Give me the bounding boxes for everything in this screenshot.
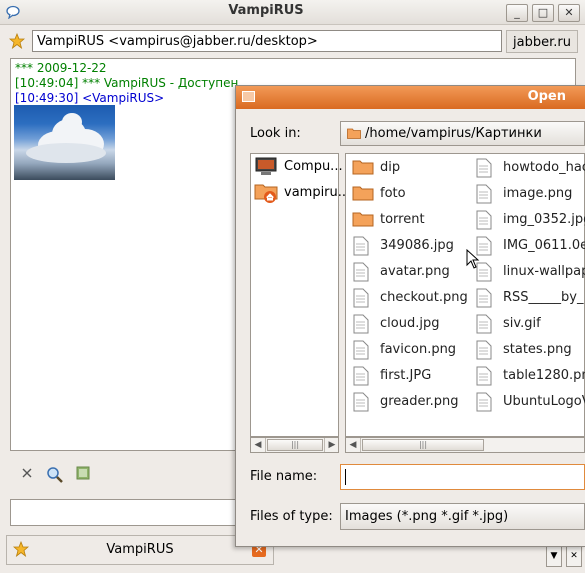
document-icon: [353, 314, 369, 334]
document-icon: [476, 314, 492, 334]
document-icon: [476, 288, 492, 308]
file-name-label: File name:: [250, 469, 318, 484]
image-icon[interactable]: [76, 466, 90, 480]
document-icon: [353, 340, 369, 360]
close-x-icon[interactable]: ✕: [566, 545, 582, 567]
star-icon[interactable]: [9, 33, 25, 49]
file-type-label: Files of type:: [250, 509, 333, 524]
close-button[interactable]: ✕: [558, 4, 580, 22]
document-icon: [353, 288, 369, 308]
document-icon: [353, 236, 369, 256]
places-scrollbar[interactable]: ◀ ||| ▶: [250, 437, 339, 453]
scroll-right-icon[interactable]: ▶: [324, 438, 339, 452]
folder-icon: [352, 212, 374, 227]
look-in-combo[interactable]: /home/vampirus/Картинки: [340, 121, 585, 146]
mouse-cursor-icon: [466, 249, 480, 269]
scroll-left-icon[interactable]: ◀: [251, 438, 266, 452]
folder-icon: [352, 160, 374, 175]
chevron-down-icon[interactable]: ▼: [546, 545, 562, 567]
document-icon: [353, 262, 369, 282]
log-line-status: [10:49:04] *** VampiRUS - Доступен: [15, 76, 239, 90]
server-label: jabber.ru: [506, 30, 578, 53]
chat-tab-label: VampiRUS: [106, 542, 174, 557]
file-list-scrollbar[interactable]: ◀ |||: [345, 437, 585, 453]
log-line-sender: [10:49:30] <VampiRUS>: [15, 91, 165, 105]
document-icon: [353, 392, 369, 412]
folder-icon: [347, 128, 361, 139]
chat-window-title: VampiRUS: [228, 3, 304, 18]
scroll-thumb[interactable]: |||: [267, 439, 323, 451]
minimize-button[interactable]: _: [506, 4, 528, 22]
document-icon: [476, 184, 492, 204]
maximize-button[interactable]: □: [532, 4, 554, 22]
document-icon: [476, 340, 492, 360]
contact-jid-field[interactable]: VampiRUS <vampirus@jabber.ru/desktop>: [32, 30, 502, 52]
folder-icon: [352, 186, 374, 201]
document-icon: [476, 210, 492, 230]
scroll-thumb[interactable]: |||: [362, 439, 484, 451]
document-icon: [476, 158, 492, 178]
log-line-date: *** 2009-12-22: [15, 61, 107, 75]
dialog-title: Open: [527, 89, 566, 104]
computer-icon: [255, 157, 277, 175]
place-home[interactable]: vampiru...: [284, 185, 350, 200]
home-folder-icon: [254, 184, 278, 203]
look-in-label: Look in:: [250, 126, 301, 141]
file-type-combo[interactable]: Images (*.png *.gif *.jpg): [340, 503, 585, 530]
document-icon: [476, 392, 492, 412]
scroll-left-icon[interactable]: ◀: [346, 438, 361, 452]
place-computer[interactable]: Compu...: [284, 159, 343, 174]
chat-image-clouds[interactable]: [14, 105, 115, 180]
file-name-input[interactable]: [340, 464, 585, 490]
close-x-icon[interactable]: [20, 466, 34, 480]
search-icon[interactable]: [46, 466, 64, 484]
star-icon: [13, 541, 29, 557]
document-icon: [476, 366, 492, 386]
message-input[interactable]: [10, 499, 250, 526]
text-caret: [345, 469, 346, 485]
document-icon: [353, 366, 369, 386]
